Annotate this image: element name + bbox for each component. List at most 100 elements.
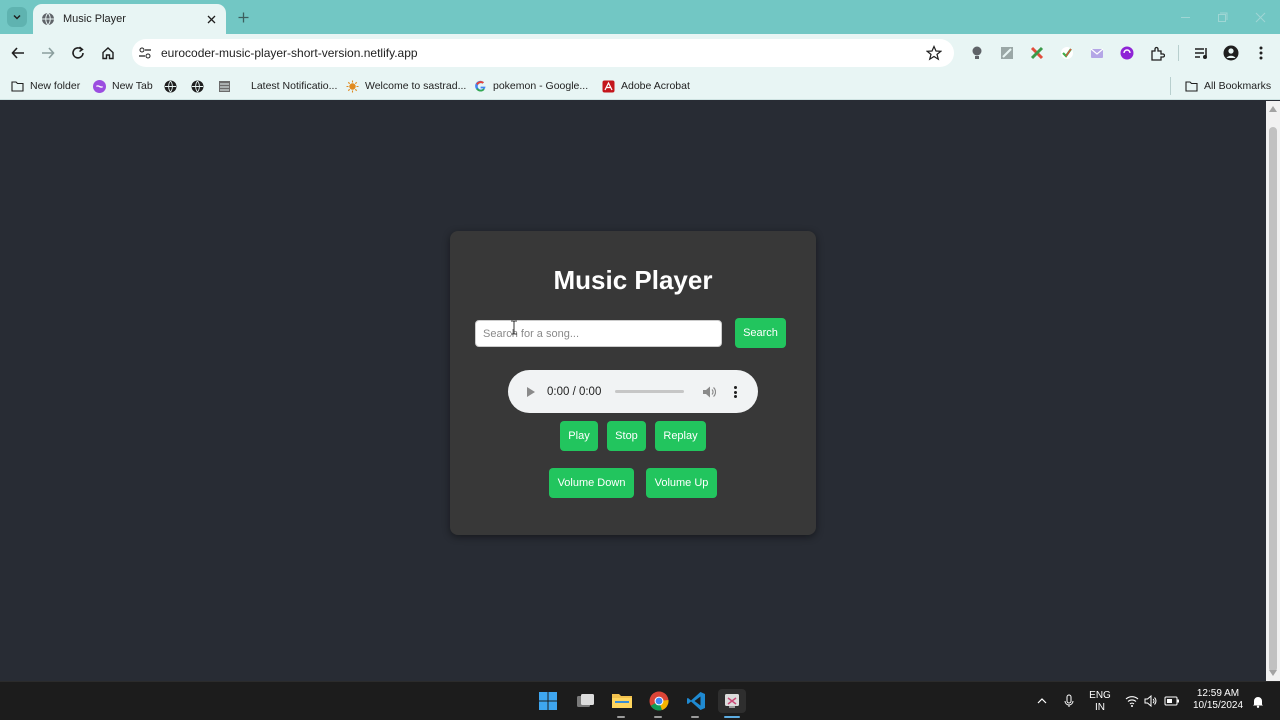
address-bar[interactable]: eurocoder-music-player-short-version.net… bbox=[132, 39, 954, 67]
active-tab[interactable]: Music Player bbox=[33, 4, 226, 34]
taskbar: ENG IN 12:59 AM 10/15/2024 bbox=[0, 681, 1280, 720]
globe-icon bbox=[164, 80, 177, 93]
bookmark-label: pokemon - Google... bbox=[493, 80, 589, 92]
restore-icon bbox=[1217, 12, 1227, 22]
acrobat-icon bbox=[602, 80, 615, 93]
extensions-puzzle-icon[interactable] bbox=[1149, 45, 1165, 61]
all-bookmarks-label: All Bookmarks bbox=[1204, 80, 1272, 92]
extension-pen-icon[interactable] bbox=[999, 45, 1015, 61]
bookmark-globe-1[interactable] bbox=[164, 77, 183, 95]
reload-icon bbox=[72, 46, 84, 59]
speaker-icon[interactable] bbox=[1143, 693, 1159, 709]
back-button[interactable] bbox=[8, 43, 28, 63]
scrollbar-thumb[interactable] bbox=[1269, 127, 1277, 672]
extension-check-icon[interactable] bbox=[1059, 45, 1075, 61]
arrow-left-icon bbox=[11, 47, 24, 59]
microphone-icon[interactable] bbox=[1061, 693, 1077, 709]
volume-up-button[interactable]: Volume Up bbox=[646, 468, 717, 498]
plus-icon bbox=[238, 12, 248, 22]
audio-play-icon[interactable] bbox=[525, 386, 537, 398]
tab-strip: Music Player bbox=[0, 0, 1280, 34]
site-info-icon[interactable] bbox=[138, 46, 152, 60]
close-window-button[interactable] bbox=[1251, 8, 1269, 26]
show-hidden-icons-chevron-icon[interactable] bbox=[1034, 693, 1050, 709]
chrome-running-indicator bbox=[654, 716, 662, 718]
close-icon bbox=[1255, 12, 1265, 22]
extension-purple-icon[interactable] bbox=[1119, 45, 1135, 61]
forward-button[interactable] bbox=[38, 43, 58, 63]
clock[interactable]: 12:59 AM 10/15/2024 bbox=[1186, 688, 1250, 712]
volume-down-button[interactable]: Volume Down bbox=[549, 468, 634, 498]
vscode-icon[interactable] bbox=[684, 689, 708, 713]
snipping-tool-icon[interactable] bbox=[718, 689, 746, 713]
stop-button[interactable]: Stop bbox=[607, 421, 646, 451]
minimize-button[interactable] bbox=[1176, 8, 1194, 26]
bookmarks-divider bbox=[1170, 77, 1171, 95]
folder-icon bbox=[1185, 80, 1198, 93]
page-scrollbar[interactable] bbox=[1266, 101, 1280, 681]
restore-button[interactable] bbox=[1213, 8, 1231, 26]
bookmark-globe-2[interactable] bbox=[191, 77, 210, 95]
audio-volume-icon[interactable] bbox=[702, 385, 716, 399]
extension-tools-icon[interactable] bbox=[1029, 45, 1045, 61]
wifi-icon[interactable] bbox=[1124, 693, 1140, 709]
folder-icon bbox=[11, 80, 24, 93]
tab-search-button[interactable] bbox=[7, 7, 27, 27]
snipping-active-indicator bbox=[724, 716, 740, 718]
profile-avatar-icon[interactable] bbox=[1223, 45, 1239, 61]
url-text[interactable]: eurocoder-music-player-short-version.net… bbox=[161, 46, 926, 60]
bookmark-pokemon-google[interactable]: pokemon - Google... bbox=[474, 77, 588, 95]
notifications-bell-icon[interactable] bbox=[1250, 693, 1266, 709]
bookmark-latest-notifications[interactable]: Latest Notificatio... bbox=[218, 77, 337, 95]
play-button[interactable]: Play bbox=[560, 421, 598, 451]
audio-progress-bar[interactable] bbox=[615, 390, 684, 393]
globe-icon bbox=[41, 12, 55, 26]
explorer-running-indicator bbox=[617, 716, 625, 718]
google-icon bbox=[474, 80, 487, 93]
clock-time: 12:59 AM bbox=[1196, 688, 1240, 699]
audio-time: 0:00 / 0:00 bbox=[547, 385, 602, 398]
audio-player[interactable]: 0:00 / 0:00 bbox=[508, 370, 758, 413]
language-label: ENG bbox=[1089, 690, 1111, 701]
bookmark-adobe-acrobat[interactable]: Adobe Acrobat bbox=[602, 77, 690, 95]
all-bookmarks-button[interactable]: All Bookmarks bbox=[1185, 77, 1271, 95]
chrome-icon[interactable] bbox=[647, 689, 671, 713]
bookmark-label: Welcome to sastrad... bbox=[365, 80, 467, 92]
audio-more-options-icon[interactable] bbox=[732, 385, 738, 399]
file-explorer-icon[interactable] bbox=[610, 689, 634, 713]
bookmark-new-folder[interactable]: New folder bbox=[11, 77, 80, 95]
bookmark-label: Latest Notificatio... bbox=[251, 80, 338, 92]
battery-icon[interactable] bbox=[1164, 693, 1180, 709]
home-icon bbox=[102, 47, 114, 60]
vscode-running-indicator bbox=[691, 716, 699, 718]
close-tab-icon[interactable] bbox=[204, 12, 218, 26]
reload-button[interactable] bbox=[68, 43, 88, 63]
bookmark-star-icon[interactable] bbox=[926, 45, 942, 61]
region-label: IN bbox=[1095, 702, 1105, 713]
scroll-down-icon[interactable] bbox=[1269, 669, 1277, 677]
bookmark-new-tab[interactable]: New Tab bbox=[93, 77, 153, 95]
text-cursor-icon bbox=[511, 320, 517, 335]
start-windows-icon[interactable] bbox=[536, 689, 560, 713]
extension-mail-icon[interactable] bbox=[1089, 45, 1105, 61]
extension-lightbulb-icon[interactable] bbox=[969, 45, 985, 61]
toolbar-divider bbox=[1178, 45, 1179, 61]
new-tab-button[interactable] bbox=[234, 8, 252, 26]
search-button[interactable]: Search bbox=[735, 318, 786, 348]
bookmarks-bar: New folder New Tab Latest Notificatio...… bbox=[0, 72, 1280, 100]
bookmark-welcome-sastrad[interactable]: Welcome to sastrad... bbox=[346, 77, 466, 95]
browser-toolbar: eurocoder-music-player-short-version.net… bbox=[0, 34, 1280, 72]
input-language[interactable]: ENG IN bbox=[1086, 690, 1114, 714]
home-button[interactable] bbox=[98, 43, 118, 63]
task-view-icon[interactable] bbox=[574, 689, 598, 713]
scroll-up-icon[interactable] bbox=[1269, 105, 1277, 113]
media-queue-icon[interactable] bbox=[1193, 45, 1209, 61]
chevron-down-icon bbox=[13, 14, 21, 20]
page-viewport: Music Player Search 0:00 / 0:00 Play Sto… bbox=[0, 101, 1266, 681]
browser-menu-icon[interactable] bbox=[1253, 45, 1269, 61]
minimize-icon bbox=[1180, 16, 1190, 18]
bookmark-label: New folder bbox=[30, 80, 81, 92]
music-player-card: Music Player Search 0:00 / 0:00 Play Sto… bbox=[450, 231, 816, 535]
replay-button[interactable]: Replay bbox=[655, 421, 706, 451]
newtab-favicon bbox=[93, 79, 106, 93]
